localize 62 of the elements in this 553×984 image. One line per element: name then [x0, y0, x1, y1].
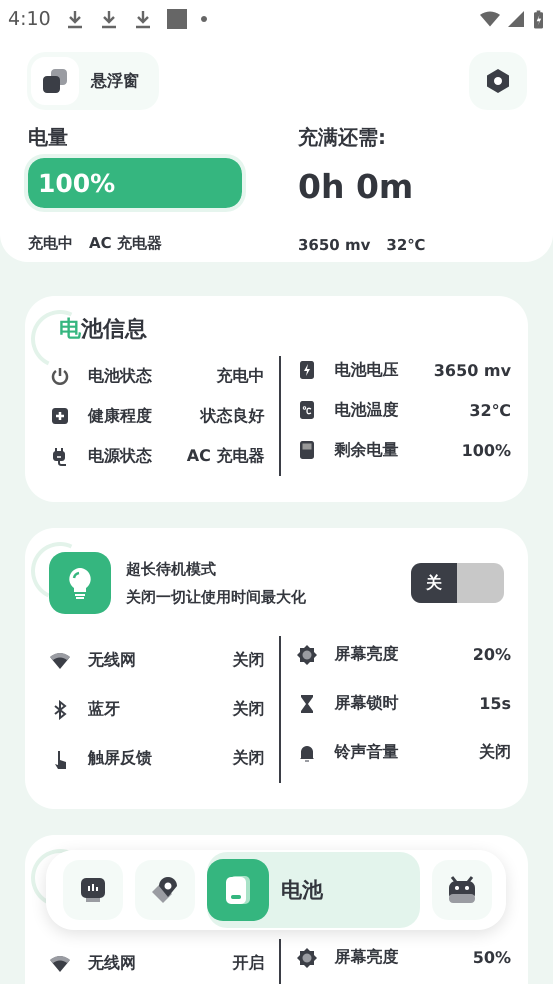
status-time: 4:10: [8, 8, 51, 30]
row-value: 50%: [472, 948, 511, 967]
remaining-label: 充满还需:: [298, 124, 387, 151]
mode-toggle[interactable]: 关: [411, 563, 504, 603]
settings-button[interactable]: [469, 52, 527, 110]
square-icon: [166, 9, 187, 29]
voltage-value: 3650 mv: [298, 236, 370, 254]
row-value: 开启: [232, 953, 264, 974]
row-label: 无线网: [88, 953, 137, 974]
battery-charging-icon: [534, 10, 543, 28]
row-value: 关闭: [232, 748, 264, 769]
row-label: 电池状态: [88, 366, 153, 386]
lightbulb-icon: [49, 552, 111, 614]
row-value: 关闭: [232, 699, 264, 720]
row-label: 触屏反馈: [88, 748, 153, 769]
nav-tab[interactable]: 电池: [207, 852, 420, 928]
power-source: AC 充电器: [89, 234, 162, 253]
row-value: 关闭: [232, 650, 264, 671]
power-icon: [50, 366, 70, 386]
row-value: 关闭: [479, 742, 511, 763]
float-window-button[interactable]: 悬浮窗: [27, 52, 159, 110]
row-value: 15s: [479, 694, 511, 713]
settings-icon: [484, 67, 512, 95]
row-value: 3650 mv: [434, 360, 511, 380]
mode-title: 超长待机模式: [126, 559, 217, 580]
charging-state: 充电中: [28, 234, 73, 253]
row-value: AC 充电器: [186, 446, 264, 466]
row-label: 无线网: [88, 650, 137, 671]
row-label: 电池电压: [334, 360, 400, 380]
mode-description: 关闭一切让使用时间最大化: [126, 587, 307, 608]
row-label: 剩余电量: [334, 440, 400, 460]
row-value: 充电中: [216, 366, 264, 386]
row-value: 32℃: [469, 400, 511, 420]
row-label: 健康程度: [88, 406, 153, 426]
row-label: 蓝牙: [88, 699, 121, 720]
battery-percent: 100%: [38, 169, 116, 198]
brightness-icon: [296, 644, 316, 664]
row-label: 铃声音量: [334, 742, 400, 763]
card-title: 电池信息: [59, 316, 148, 344]
row-value: 状态良好: [200, 406, 264, 426]
row-label: 屏幕亮度: [334, 947, 400, 968]
row-value: 100%: [462, 440, 511, 460]
stacked-squares-icon: [41, 67, 69, 95]
row-label: 屏幕锁时: [334, 693, 400, 714]
nav-tab[interactable]: [63, 860, 123, 920]
wifi-icon: [50, 954, 70, 974]
nav-tab[interactable]: [432, 860, 492, 920]
cell-signal-icon: [506, 11, 526, 27]
remaining-time: 0h 0m: [298, 166, 414, 208]
nav-tab[interactable]: [135, 860, 195, 920]
plus-square-icon: [50, 406, 70, 426]
wifi-icon: [50, 650, 70, 670]
row-value: 20%: [472, 645, 511, 664]
row-label: 屏幕亮度: [334, 644, 400, 665]
row-label: 电源状态: [88, 446, 153, 466]
dot-icon: [200, 16, 207, 22]
battery-label: 电量: [28, 124, 69, 151]
temperature-value: 32℃: [386, 236, 426, 254]
robot-icon: [446, 874, 478, 906]
row-label: 电池温度: [334, 400, 400, 420]
wifi-signal-icon: [480, 11, 500, 27]
brightness-icon: [296, 948, 316, 968]
